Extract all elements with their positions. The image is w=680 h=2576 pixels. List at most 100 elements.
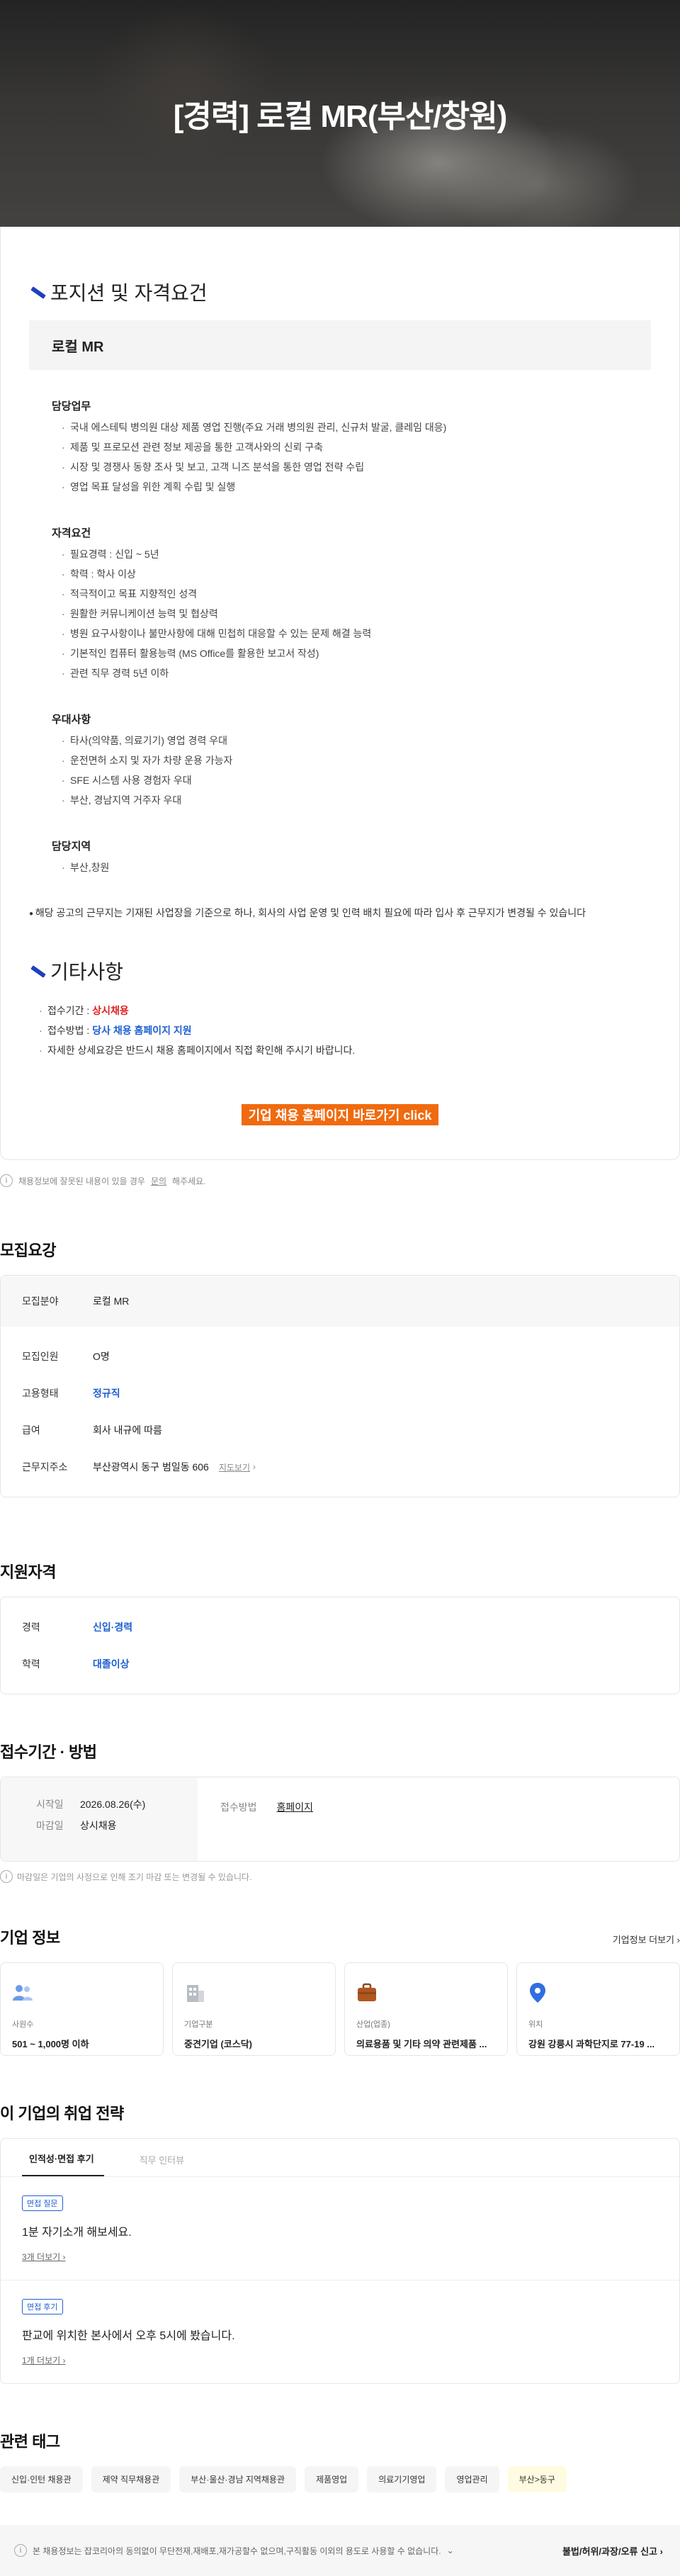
strategy-text: 1분 자기소개 해보세요. bbox=[22, 2227, 132, 2239]
period-end-label: 마감일 bbox=[36, 1820, 64, 1831]
card-label: 사원수 bbox=[12, 2020, 34, 2029]
requirement-list: 부산,창원 bbox=[52, 857, 651, 877]
recruit-value: 회사 내규에 따름 bbox=[93, 1424, 162, 1436]
list-item: 병원 요구사항이나 불만사항에 대해 민첩히 대응할 수 있는 문제 해결 능력 bbox=[62, 624, 651, 643]
company-homepage-button[interactable]: 기업 채용 홈페이지 바로가기 click bbox=[241, 1104, 439, 1125]
strategy-badge: 면접 질문 bbox=[22, 2195, 63, 2211]
tag-item[interactable]: 부산>동구 bbox=[507, 2466, 567, 2492]
recruit-key: 모집인원 bbox=[22, 1351, 59, 1362]
requirement-group-title: 담당지역 bbox=[52, 840, 91, 853]
card-value: 중견기업 (코스닥) bbox=[184, 2039, 252, 2049]
period-dates: 시작일 2026.08.26(수) 마감일 상시채용 bbox=[1, 1777, 198, 1861]
recruit-row: 고용형태 정규직 bbox=[1, 1375, 679, 1412]
report-false-info-link[interactable]: 불법/허위/과장/오류 신고 › bbox=[562, 2544, 663, 2558]
chevron-right-icon: › bbox=[659, 2546, 663, 2557]
company-card-type: 기업구분 중견기업 (코스닥) bbox=[172, 1962, 336, 2056]
company-cards: 사원수 501 ~ 1,000명 이하 기업구분 중견기업 (코스닥) 산업(업… bbox=[0, 1962, 680, 2056]
section-heading-label: 기타사항 bbox=[50, 961, 124, 983]
requirement-group-title: 담당업무 bbox=[52, 400, 91, 412]
report-prefix: 채용정보에 잘못된 내용이 있을 경우 bbox=[18, 1176, 145, 1186]
strategy-more-link[interactable]: 1개 더보기 › bbox=[22, 2354, 658, 2366]
slash-accent-icon bbox=[29, 964, 43, 978]
chevron-down-icon[interactable]: ⌄ bbox=[447, 2546, 454, 2555]
recruit-key: 고용형태 bbox=[22, 1388, 59, 1399]
requirement-list: 타사(의약품, 의료기기) 영업 경력 우대운전면허 소지 및 자가 차량 운용… bbox=[52, 731, 651, 810]
info-icon: i bbox=[14, 2544, 27, 2557]
company-more-label: 기업정보 더보기 bbox=[612, 1935, 675, 1945]
requirement-list: 국내 에스테틱 병의원 대상 제품 영업 진행(주요 거래 병의원 관리, 신규… bbox=[52, 417, 651, 497]
tab-job-interview[interactable]: 직무 인터뷰 bbox=[132, 2153, 194, 2176]
tags-title: 관련 태그 bbox=[0, 2433, 60, 2451]
period-note-text: 마감일은 기업의 사정으로 인해 조기 마감 또는 변경될 수 있습니다. bbox=[17, 1872, 252, 1882]
period-end-row: 마감일 상시채용 bbox=[36, 1818, 198, 1833]
tag-item[interactable]: 의료기기영업 bbox=[367, 2466, 437, 2492]
period-note: i 마감일은 기업의 사정으로 인해 조기 마감 또는 변경될 수 있습니다. bbox=[0, 1870, 680, 1883]
period-start-value: 2026.08.26(수) bbox=[80, 1799, 146, 1810]
report-suffix: 해주세요. bbox=[172, 1176, 206, 1186]
tag-item[interactable]: 제품영업 bbox=[305, 2466, 359, 2492]
recruit-key: 근무지주소 bbox=[22, 1461, 68, 1473]
period-homepage-link[interactable]: 홈페이지 bbox=[277, 1800, 314, 1861]
map-view-link[interactable]: 지도보기 bbox=[219, 1461, 250, 1473]
recruit-row: 급여 회사 내규에 따름 bbox=[1, 1412, 679, 1449]
job-description-card: 포지션 및 자격요건 로컬 MR 담당업무국내 에스테틱 병의원 대상 제품 영… bbox=[0, 227, 680, 1160]
list-item: 제품 및 프로모션 관련 정보 제공을 통한 고객사와의 신뢰 구축 bbox=[62, 437, 651, 457]
company-card-employees: 사원수 501 ~ 1,000명 이하 bbox=[0, 1962, 164, 2056]
requirement-group: 담당업무국내 에스테틱 병의원 대상 제품 영업 진행(주요 거래 병의원 관리… bbox=[29, 398, 651, 497]
report-false-info-label: 불법/허위/과장/오류 신고 bbox=[562, 2546, 658, 2557]
etc-detail: 자세한 상세요강은 반드시 채용 홈페이지에서 직접 확인해 주시기 바랍니다. bbox=[47, 1045, 356, 1056]
list-item: 기본적인 컴퓨터 활용능력 (MS Office를 활용한 보고서 작성) bbox=[62, 643, 651, 663]
strategy-more-link[interactable]: 3개 더보기 › bbox=[22, 2251, 658, 2263]
period-method: 접수방법 홈페이지 bbox=[198, 1777, 313, 1861]
workplace-note: 해당 공고의 근무지는 기재된 사업장을 기준으로 하나, 회사의 사업 운영 … bbox=[29, 906, 651, 920]
requirement-group: 담당지역부산,창원 bbox=[29, 838, 651, 877]
recruit-row: 모집분야 로컬 MR bbox=[1, 1276, 679, 1327]
position-name-box: 로컬 MR bbox=[29, 320, 651, 370]
briefcase-icon bbox=[356, 1980, 497, 2006]
recruit-key: 급여 bbox=[22, 1424, 40, 1436]
recruit-row: 모집인원 O명 bbox=[1, 1338, 679, 1375]
card-value: 의료용품 및 기타 의약 관련제품 ... bbox=[356, 2039, 487, 2049]
requirement-groups: 담당업무국내 에스테틱 병의원 대상 제품 영업 진행(주요 거래 병의원 관리… bbox=[29, 398, 651, 877]
qualification-key: 학력 bbox=[22, 1658, 40, 1670]
strategy-text: 판교에 위치한 본사에서 오후 5시에 봤습니다. bbox=[22, 2330, 235, 2342]
strategy-box: 인적성·면접 후기 직무 인터뷰 면접 질문 1분 자기소개 해보세요. 3개 … bbox=[0, 2138, 680, 2384]
period-end-value: 상시채용 bbox=[80, 1820, 117, 1831]
list-item: 운전면허 소지 및 자가 차량 운용 가능자 bbox=[62, 750, 651, 770]
report-notice: i 채용정보에 잘못된 내용이 있을 경우 문의 해주세요. bbox=[0, 1174, 680, 1187]
company-title: 기업 정보 bbox=[0, 1929, 60, 1947]
list-item: 자세한 상세요강은 반드시 채용 홈페이지에서 직접 확인해 주시기 바랍니다. bbox=[39, 1040, 651, 1060]
slash-accent-icon bbox=[29, 285, 43, 299]
card-label: 산업(업종) bbox=[356, 2020, 390, 2029]
strategy-badge: 면접 후기 bbox=[22, 2299, 63, 2315]
strategy-tabs: 인적성·면접 후기 직무 인터뷰 bbox=[1, 2139, 679, 2177]
list-item: 접수방법 : 당사 채용 홈페이지 지원 bbox=[39, 1020, 651, 1040]
card-label: 기업구분 bbox=[184, 2020, 213, 2029]
strategy-item: 면접 질문 1분 자기소개 해보세요. 3개 더보기 › bbox=[1, 2177, 679, 2280]
company-more-link[interactable]: 기업정보 더보기 › bbox=[613, 1933, 680, 1946]
tab-interview-review[interactable]: 인적성·면접 후기 bbox=[22, 2152, 104, 2176]
list-item: 부산,창원 bbox=[62, 857, 651, 877]
card-value: 강원 강릉시 과학단지로 77-19 ... bbox=[528, 2039, 655, 2049]
building-icon bbox=[184, 1980, 325, 2006]
requirement-group-title: 우대사항 bbox=[52, 714, 91, 726]
tag-item[interactable]: 제약 직무채용관 bbox=[91, 2466, 171, 2492]
etc-period-label: 접수기간 : bbox=[47, 1005, 93, 1016]
tag-item[interactable]: 영업관리 bbox=[445, 2466, 499, 2492]
company-header: 기업 정보 기업정보 더보기 › bbox=[0, 1925, 680, 1948]
list-item: 학력 : 학사 이상 bbox=[62, 564, 651, 584]
requirement-group: 자격요건필요경력 : 신입 ~ 5년학력 : 학사 이상적극적이고 목표 지향적… bbox=[29, 525, 651, 683]
tag-item[interactable]: 부산·울산·경남 지역채용관 bbox=[179, 2466, 297, 2492]
requirement-group-title: 자격요건 bbox=[52, 527, 91, 539]
chevron-right-icon: › bbox=[676, 1935, 680, 1945]
hero-banner: [경력] 로컬 MR(부산/창원) bbox=[0, 0, 680, 227]
footer-notice: i 본 채용정보는 잡코리아의 동의없이 무단전재,재배포,재가공할수 없으며,… bbox=[14, 2544, 454, 2557]
list-item: 관련 직무 경력 5년 이하 bbox=[62, 663, 651, 683]
report-inquiry-link[interactable]: 문의 bbox=[151, 1175, 166, 1187]
strategy-more-label: 1개 더보기 bbox=[22, 2356, 61, 2366]
section-heading-position: 포지션 및 자격요건 bbox=[29, 278, 651, 306]
list-item: 타사(의약품, 의료기기) 영업 경력 우대 bbox=[62, 731, 651, 750]
tag-item[interactable]: 신입·인턴 채용관 bbox=[0, 2466, 83, 2492]
cta-wrap: 기업 채용 홈페이지 바로가기 click bbox=[29, 1104, 651, 1125]
qualification-value: 대졸이상 bbox=[93, 1658, 130, 1670]
